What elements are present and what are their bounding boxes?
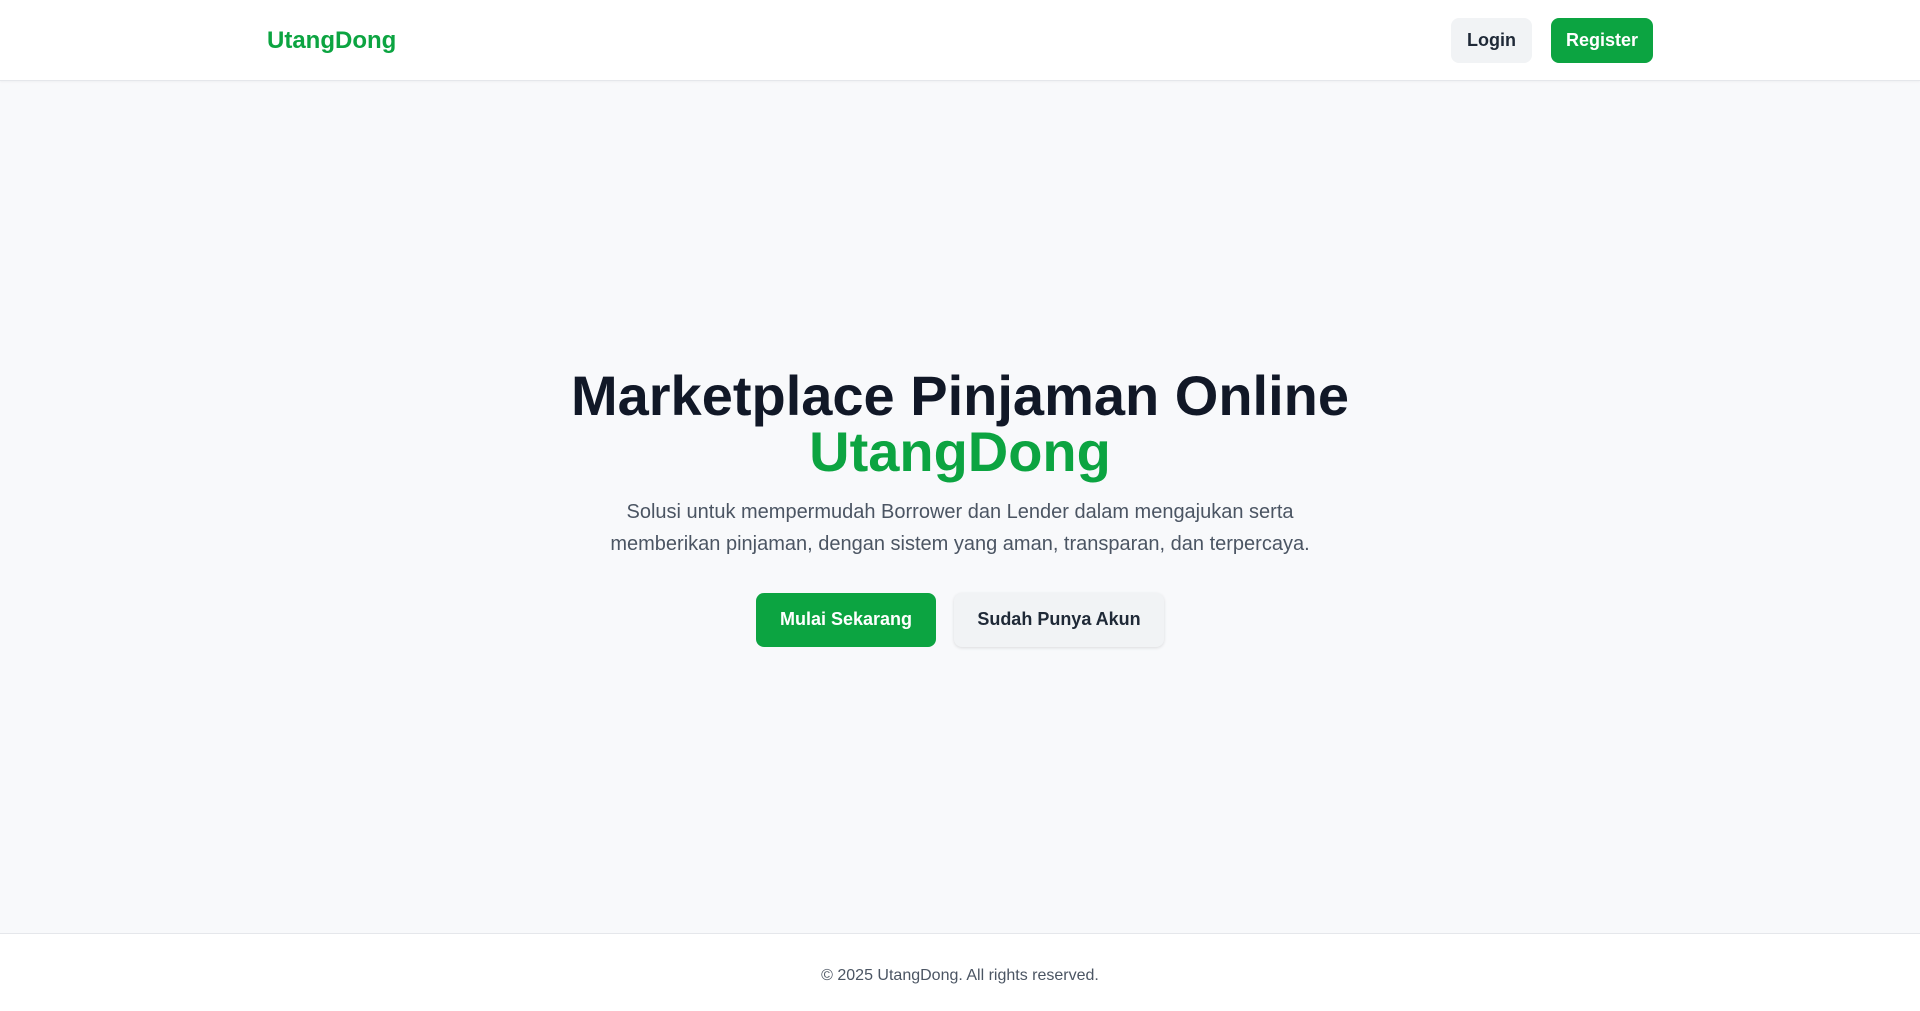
- hero-actions: Mulai Sekarang Sudah Punya Akun: [756, 592, 1164, 647]
- brand-logo-link[interactable]: UtangDong: [267, 24, 396, 58]
- page-footer: © 2025 UtangDong. All rights reserved.: [0, 933, 1920, 1011]
- nav-actions: Login Register: [1451, 18, 1653, 63]
- start-now-button[interactable]: Mulai Sekarang: [756, 592, 936, 647]
- hero-title-line: Marketplace Pinjaman Online: [570, 363, 1350, 427]
- hero-description: Solusi untuk mempermudah Borrower dan Le…: [610, 500, 1310, 555]
- hero-title: Marketplace Pinjaman Online UtangDong: [571, 367, 1349, 483]
- footer-copyright: © 2025 UtangDong. All rights reserved.: [821, 966, 1099, 984]
- top-navbar: UtangDong Login Register: [0, 0, 1920, 81]
- login-button[interactable]: Login: [1451, 18, 1532, 63]
- register-button[interactable]: Register: [1551, 18, 1653, 63]
- hero-title-brand: UtangDong: [809, 419, 1111, 483]
- already-have-account-button[interactable]: Sudah Punya Akun: [954, 592, 1164, 647]
- hero-section: Marketplace Pinjaman Online UtangDong So…: [0, 81, 1920, 933]
